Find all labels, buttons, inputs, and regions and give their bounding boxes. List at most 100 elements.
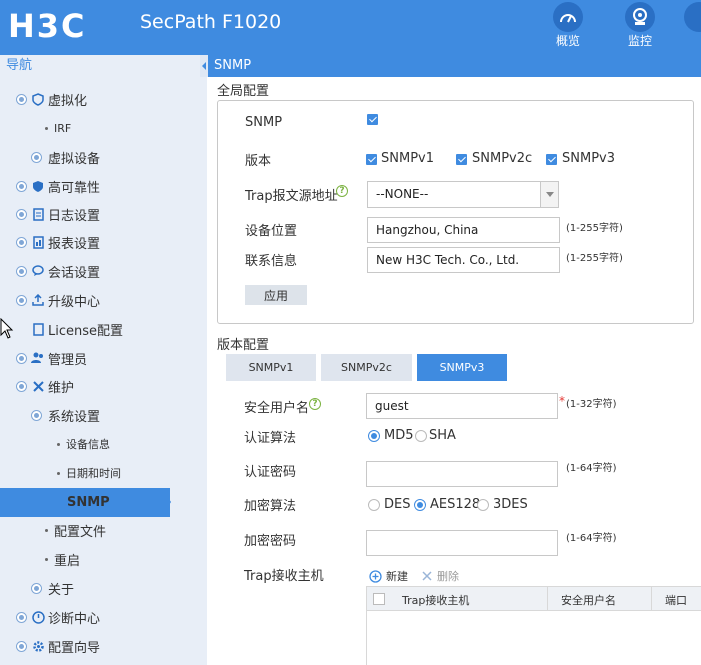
sidebar-item-upgrade-center[interactable]: 升级中心 [0,286,207,314]
expand-icon [31,409,42,421]
sidebar-item-maintenance[interactable]: 维护 [0,372,207,400]
sidebar-item-license[interactable]: License配置 [0,315,207,343]
delete-button[interactable]: 删除 [421,568,459,584]
shield-check-icon [31,179,45,193]
help-icon[interactable]: ? [336,185,348,197]
sidebar-item-high-availability[interactable]: 高可靠性 [0,172,207,200]
column-trap-host[interactable]: Trap接收主机 [402,592,469,608]
sidebar-item-session-settings[interactable]: 会话设置 [0,257,207,285]
sidebar-title: 导航 [6,58,33,73]
sidebar-item-label: 配置文件 [54,524,107,540]
sidebar-item-irf[interactable]: IRF [0,114,207,142]
column-port[interactable]: 端口 [665,592,687,608]
svg-text:H3C: H3C [8,7,87,43]
sidebar-item-system-settings[interactable]: 系统设置 [0,401,207,429]
sidebar-item-label: 日志设置 [48,208,101,224]
required-mark: * [559,394,565,408]
sidebar-item-label: 报表设置 [48,236,101,252]
mouse-cursor-icon [0,318,14,339]
column-security-user[interactable]: 安全用户名 [561,592,616,608]
log-icon [31,207,45,221]
trap-source-value: --NONE-- [376,187,429,201]
sidebar-item-diagnostics[interactable]: 诊断中心 [0,603,207,631]
sidebar-item-log-settings[interactable]: 日志设置 [0,200,207,228]
enc-password-label: 加密密码 [244,534,297,549]
nav-monitor[interactable]: 监控 [613,0,667,55]
tab-snmpv1[interactable]: SNMPv1 [226,354,316,381]
new-button[interactable]: 新建 [369,568,408,584]
auth-md5-radio[interactable] [368,430,380,442]
shield-icon [31,92,45,106]
expand-icon [16,180,27,192]
enc-algo-label: 加密算法 [244,499,297,514]
snmp-enable-checkbox[interactable] [367,114,378,125]
report-icon [31,235,45,249]
version-v2c-checkbox[interactable] [456,154,467,165]
sidebar-item-virtual-device[interactable]: 虚拟设备 [0,143,207,171]
collapse-sidebar-button[interactable] [200,55,208,77]
trap-source-select[interactable]: --NONE-- [367,181,559,208]
settings-icon [684,2,701,32]
product-name: SecPath F1020 [140,11,282,33]
chat-icon [31,264,45,278]
sidebar-item-report-settings[interactable]: 报表设置 [0,228,207,256]
auth-md5-label: MD5 [384,428,414,443]
expand-icon [31,151,42,163]
enc-aes128-label: AES128 [430,497,481,512]
delete-button-label: 删除 [437,570,459,583]
sidebar-item-device-info[interactable]: 设备信息 [0,430,207,458]
h3c-logo: H3C [8,7,87,43]
column-divider [547,587,548,611]
tab-snmpv3[interactable]: SNMPv3 [417,354,507,381]
auth-password-input[interactable] [366,461,558,487]
auth-sha-radio[interactable] [415,430,427,442]
global-config-heading: 全局配置 [217,84,270,99]
gear-icon [31,639,45,653]
tab-snmpv2c[interactable]: SNMPv2c [321,354,412,381]
table-header: Trap接收主机 安全用户名 端口 [367,587,701,611]
enc-des-radio[interactable] [368,499,380,511]
security-user-label: 安全用户名 [244,401,310,416]
sidebar-item-config-file[interactable]: 配置文件 [0,516,207,544]
sidebar-item-snmp[interactable]: SNMP [0,488,171,517]
sidebar-item-label: 会话设置 [48,265,101,281]
apply-button[interactable]: 应用 [245,285,307,305]
sidebar-item-label: 管理员 [48,352,88,368]
sidebar-item-reboot[interactable]: 重启 [0,545,207,573]
version-v1-checkbox[interactable] [366,154,377,165]
enc-password-input[interactable] [366,530,558,556]
enc-aes128-radio[interactable] [414,499,426,511]
sidebar-item-admin[interactable]: 管理员 [0,344,207,372]
nav-monitor-label: 监控 [627,34,652,48]
sidebar-item-label: License配置 [48,323,124,339]
dot-icon [45,557,48,561]
location-input[interactable]: Hangzhou, China [367,217,560,243]
trap-host-table: Trap接收主机 安全用户名 端口 [366,586,701,665]
expand-icon [16,93,27,105]
gauge-icon [553,2,583,32]
sidebar-item-virtualization[interactable]: 虚拟化 [0,85,207,113]
version-v3-checkbox[interactable] [546,154,557,165]
nav-more[interactable] [680,0,701,55]
contact-hint: (1-255字符) [566,253,623,264]
enc-des-label: DES [384,497,411,512]
expand-icon [16,208,27,220]
version-config-heading: 版本配置 [217,338,270,353]
expand-icon [16,640,27,652]
security-user-hint: (1-32字符) [566,399,617,410]
license-icon [31,322,45,336]
top-header: H3C SecPath F1020 概览 监控 [0,0,701,55]
security-user-input[interactable]: guest [366,393,558,419]
chevron-down-icon [540,182,558,207]
version-v2c-label: SNMPv2c [472,151,533,166]
sidebar-item-label: 升级中心 [48,294,101,310]
sidebar-item-about[interactable]: 关于 [0,574,207,602]
select-all-checkbox[interactable] [373,593,385,605]
nav-overview-label: 概览 [555,34,580,48]
enc-3des-radio[interactable] [477,499,489,511]
sidebar-item-date-time[interactable]: 日期和时间 [0,459,207,487]
nav-overview[interactable]: 概览 [541,0,595,55]
sidebar-item-wizard[interactable]: 配置向导 [0,632,207,660]
help-icon[interactable]: ? [309,398,321,410]
contact-input[interactable]: New H3C Tech. Co., Ltd. [367,247,560,273]
